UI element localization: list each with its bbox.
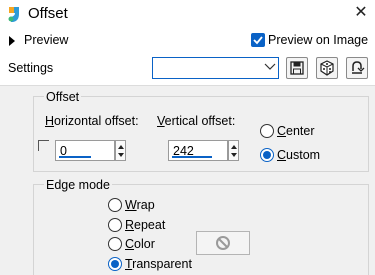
save-icon (290, 61, 304, 75)
horizontal-offset-stepper[interactable] (115, 140, 126, 161)
horizontal-offset-input[interactable]: 0 (55, 140, 115, 161)
preview-on-image-checkbox[interactable] (251, 33, 265, 47)
reset-button[interactable] (346, 57, 368, 79)
randomize-button[interactable] (316, 57, 338, 79)
settings-dropdown[interactable] (152, 57, 279, 79)
wrap-radio[interactable] (108, 198, 122, 212)
vertical-offset-input[interactable]: 242 (168, 140, 228, 161)
vertical-offset-label: Vertical offset: (157, 114, 236, 128)
edge-mode-group-title: Edge mode (44, 178, 112, 192)
increment-icon[interactable] (118, 145, 124, 149)
reset-icon (352, 61, 365, 74)
settings-label: Settings (8, 61, 54, 75)
vertical-offset-stepper[interactable] (228, 140, 239, 161)
color-label[interactable]: Color (125, 237, 155, 251)
checkbox-checked-icon (253, 36, 263, 45)
edge-mode-group (33, 184, 369, 275)
close-icon[interactable]: ✕ (352, 4, 370, 22)
repeat-label[interactable]: Repeat (125, 218, 165, 232)
wrap-label[interactable]: Wrap (125, 198, 155, 212)
decrement-icon[interactable] (118, 153, 124, 157)
link-offsets-checkbox[interactable] (38, 140, 49, 151)
transparent-label[interactable]: Transparent (125, 257, 192, 271)
increment-icon[interactable] (231, 145, 237, 149)
preview-toggle-label[interactable]: Preview (24, 33, 68, 47)
window-title: Offset (28, 5, 68, 22)
custom-label[interactable]: Custom (277, 148, 320, 162)
preview-on-image-label[interactable]: Preview on Image (268, 33, 368, 47)
color-radio[interactable] (108, 237, 122, 251)
dice-icon (320, 60, 334, 76)
decrement-icon[interactable] (231, 153, 237, 157)
chevron-down-icon[interactable] (264, 62, 276, 72)
horizontal-offset-label: Horizontal offset: (45, 114, 139, 128)
center-label[interactable]: Center (277, 124, 315, 138)
repeat-radio[interactable] (108, 218, 122, 232)
custom-radio[interactable] (260, 148, 274, 162)
save-preset-button[interactable] (286, 57, 308, 79)
offset-group-title: Offset (44, 90, 82, 104)
center-radio[interactable] (260, 124, 274, 138)
transparent-radio[interactable] (108, 257, 122, 271)
no-color-icon (216, 236, 230, 250)
chevron-right-icon[interactable] (9, 36, 15, 46)
color-swatch-button[interactable] (196, 231, 250, 255)
app-icon (8, 7, 19, 22)
